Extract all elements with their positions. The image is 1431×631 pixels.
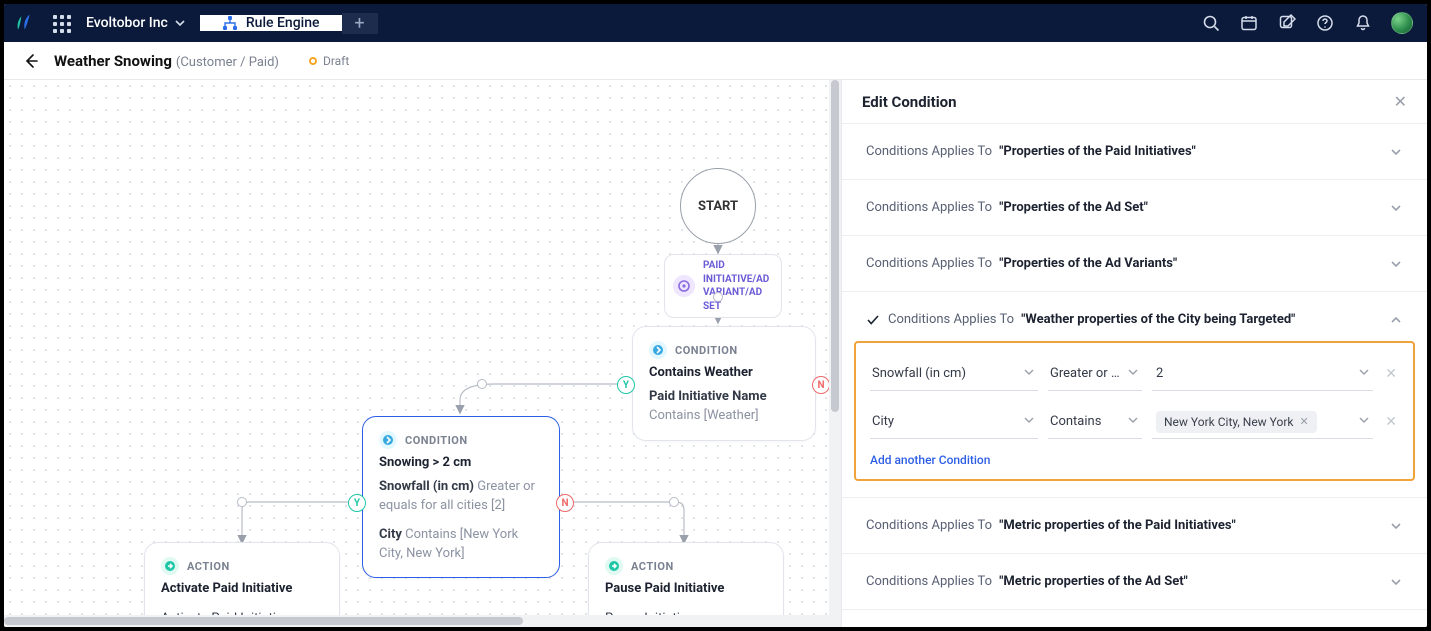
value-input[interactable]: New York City, New York✕: [1152, 405, 1373, 439]
condition-row-1: Snowfall (in cm) Greater or e... 2 ✕: [870, 357, 1399, 391]
close-icon[interactable]: ✕: [1394, 92, 1407, 111]
chevron-down-icon: [1389, 145, 1403, 159]
field-select[interactable]: City: [870, 405, 1038, 439]
page-title-group: Weather Snowing (Customer / Paid): [54, 51, 279, 70]
app-logo[interactable]: [4, 13, 42, 33]
tab-rule-engine[interactable]: Rule Engine: [200, 15, 342, 31]
chevron-up-icon: [1389, 313, 1403, 327]
value-input[interactable]: 2: [1152, 357, 1373, 391]
status-badge: Draft: [309, 54, 349, 68]
chevron-down-icon: [1128, 367, 1138, 377]
action-icon: [605, 557, 623, 575]
chevron-down-icon: [1024, 367, 1034, 377]
chevron-down-icon: [1389, 575, 1403, 589]
tab-label: Rule Engine: [246, 15, 320, 31]
chevron-down-icon: [1389, 519, 1403, 533]
chevron-down-icon: [174, 17, 186, 29]
section-metric-ad-set[interactable]: Conditions Applies To "Metric properties…: [842, 554, 1427, 609]
entity-label: PAID INITIATIVE/AD VARIANT/AD SET: [703, 259, 773, 313]
no-badge: N: [556, 494, 574, 512]
section-ad-variants[interactable]: Conditions Applies To "Properties of the…: [842, 236, 1427, 291]
chevron-down-icon: [1389, 201, 1403, 215]
entity-node[interactable]: PAID INITIATIVE/AD VARIANT/AD SET: [664, 254, 782, 318]
chevron-down-icon: [1389, 257, 1403, 271]
page-subheader: Weather Snowing (Customer / Paid) Draft: [4, 42, 1427, 80]
add-condition-link[interactable]: Add another Condition: [870, 453, 1399, 467]
flow-canvas[interactable]: START PAID INITIATIVE/AD VARIANT/AD SET …: [4, 80, 841, 627]
sitemap-icon: [222, 15, 238, 31]
help-icon[interactable]: [1315, 13, 1335, 33]
yes-badge: Y: [617, 376, 635, 394]
chevron-down-icon: [1359, 415, 1369, 425]
condition-row-2: City Contains New York City, New York✕ ✕: [870, 405, 1399, 439]
yes-badge: Y: [348, 494, 366, 512]
port[interactable]: [237, 497, 247, 507]
condition-node-snowing[interactable]: CONDITION Snowing > 2 cm Snowfall (in cm…: [362, 416, 560, 578]
horizontal-scrollbar[interactable]: [4, 615, 841, 627]
status-label: Draft: [323, 54, 349, 68]
edit-condition-panel: Edit Condition ✕ Conditions Applies To "…: [841, 80, 1427, 627]
action-icon: [161, 557, 179, 575]
draft-dot-icon: [309, 57, 317, 65]
remove-row-icon[interactable]: ✕: [1383, 366, 1399, 382]
condition-editor: Snowfall (in cm) Greater or e... 2 ✕ Cit…: [854, 341, 1415, 481]
section-metric-initiatives[interactable]: Conditions Applies To "Metric properties…: [842, 498, 1427, 553]
port[interactable]: [669, 497, 679, 507]
back-arrow-icon[interactable]: [22, 52, 40, 70]
vertical-scrollbar[interactable]: [829, 80, 841, 615]
bell-icon[interactable]: [1353, 13, 1373, 33]
section-weather-city[interactable]: Conditions Applies To "Weather propertie…: [842, 292, 1427, 337]
port[interactable]: [713, 292, 723, 302]
value-chip[interactable]: New York City, New York✕: [1156, 411, 1317, 433]
operator-select[interactable]: Contains: [1048, 405, 1142, 439]
chevron-down-icon: [1024, 415, 1034, 425]
org-switcher[interactable]: Evoltobor Inc: [80, 15, 200, 31]
field-select[interactable]: Snowfall (in cm): [870, 357, 1038, 391]
org-name: Evoltobor Inc: [86, 15, 168, 31]
compose-icon[interactable]: [1277, 13, 1297, 33]
remove-row-icon[interactable]: ✕: [1383, 414, 1399, 430]
page-title: Weather Snowing: [54, 52, 172, 70]
new-tab-button[interactable]: +: [342, 13, 378, 34]
top-nav: Evoltobor Inc Rule Engine +: [4, 4, 1427, 42]
search-icon[interactable]: [1201, 13, 1221, 33]
check-icon: [866, 313, 880, 327]
no-badge: N: [812, 376, 830, 394]
panel-title: Edit Condition: [862, 93, 957, 111]
port[interactable]: [477, 379, 487, 389]
chevron-down-icon: [1128, 415, 1138, 425]
operator-select[interactable]: Greater or e...: [1048, 357, 1142, 391]
calendar-icon[interactable]: [1239, 13, 1259, 33]
avatar[interactable]: [1391, 12, 1413, 34]
entity-icon: [673, 275, 695, 297]
section-paid-initiatives[interactable]: Conditions Applies To "Properties of the…: [842, 124, 1427, 179]
section-ad-set[interactable]: Conditions Applies To "Properties of the…: [842, 180, 1427, 235]
app-launcher-icon[interactable]: [42, 15, 80, 31]
condition-icon: [649, 341, 667, 359]
chip-remove-icon[interactable]: ✕: [1300, 415, 1309, 428]
chevron-down-icon: [1359, 367, 1369, 377]
start-node[interactable]: START: [680, 168, 756, 244]
page-context: (Customer / Paid): [176, 55, 279, 70]
condition-node-weather[interactable]: CONDITION Contains Weather Paid Initiati…: [632, 326, 816, 441]
condition-icon: [379, 431, 397, 449]
